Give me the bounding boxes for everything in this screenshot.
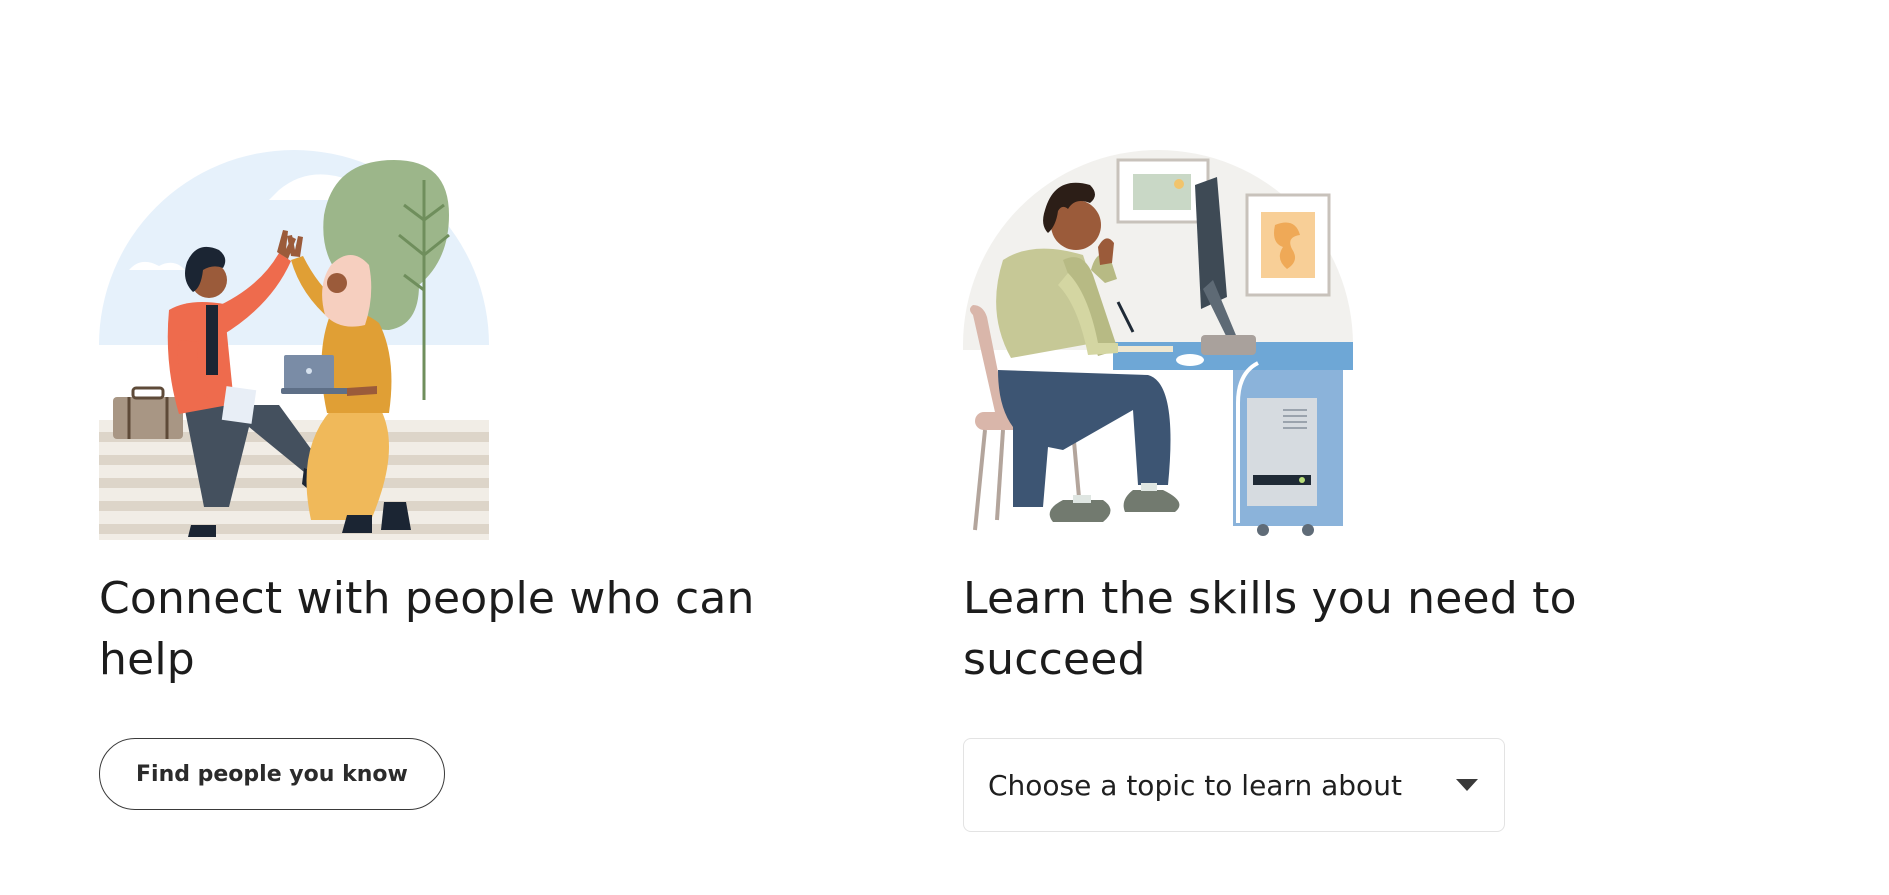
connect-headline: Connect with people who can help (99, 573, 755, 685)
learn-section: Learn the skills you need to succeed Cho… (963, 150, 1683, 832)
connect-section: Connect with people who can help Find pe… (99, 150, 819, 810)
high-five-illustration (99, 150, 489, 540)
topic-select-dropdown[interactable]: Choose a topic to learn about (963, 738, 1505, 832)
page: Connect with people who can help Find pe… (0, 0, 1889, 895)
chevron-down-icon (1456, 779, 1478, 791)
learn-headline: Learn the skills you need to succeed (963, 573, 1577, 685)
topic-select-label: Choose a topic to learn about (988, 768, 1402, 802)
learning-at-desk-illustration (963, 150, 1353, 536)
find-people-button[interactable]: Find people you know (99, 738, 445, 810)
